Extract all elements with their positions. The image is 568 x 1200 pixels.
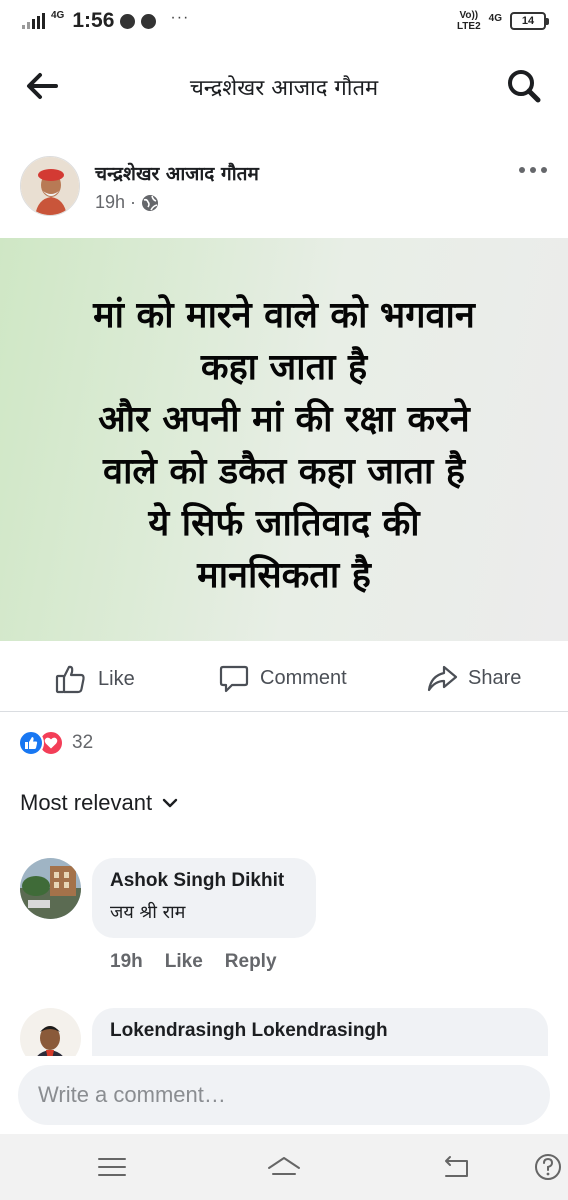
comment-like-button[interactable]: Like [165,951,203,973]
comment-meta: 19h Like Reply [110,951,277,973]
like-reaction-icon [18,730,44,756]
home-icon [268,1157,300,1175]
chevron-down-icon [162,798,178,808]
system-nav-bar [0,1134,568,1200]
post-header: चन्द्रशेखर आजाद गौतम 19h · [0,146,568,232]
menu-button[interactable] [94,1150,130,1184]
comment-label: Comment [260,666,347,689]
back-nav-button[interactable] [438,1150,474,1184]
clock: 1:56 [72,9,115,32]
author-avatar[interactable] [20,156,80,216]
comment-sort-dropdown[interactable]: Most relevant [20,790,178,816]
post-image-text: मां को मारने वाले को भगवान कहा जाता है औ… [20,290,548,602]
post-meta: 19h · [95,192,159,213]
comment-bubble[interactable]: Lokendrasingh Lokendrasingh [92,1008,548,1056]
post-actions: Like Comment Share [0,644,568,712]
help-icon [535,1154,561,1180]
post-text-line: और अपनी मां की रक्षा करने [98,399,470,440]
meta-separator: · [130,192,137,212]
commenter-avatar[interactable] [20,1008,81,1056]
comment-time[interactable]: 19h [110,951,143,973]
post-text-line: वाले को डकैत कहा जाता है [103,451,465,492]
share-button[interactable]: Share [426,662,521,694]
comment-item: Lokendrasingh Lokendrasingh [0,1006,568,1056]
volte-indicator: Vo)) LTE2 [456,10,481,32]
comment-reply-button[interactable]: Reply [225,951,277,973]
comment-input[interactable] [18,1065,550,1125]
status-left: 4G 1:56 ··· [22,9,189,33]
home-button[interactable] [266,1150,302,1184]
post-text-line: कहा जाता है [200,347,368,388]
notification-icon [141,13,157,29]
thumbs-up-icon [55,665,85,694]
reactions-summary[interactable]: 32 [18,730,93,756]
help-button[interactable] [532,1150,564,1184]
like-button[interactable]: Like [54,662,135,696]
messenger-notification-icon [120,13,136,29]
signal-icon [22,13,45,29]
globe-icon [142,194,159,211]
page-title: चन्द्रशेखर आजाद गौतम [189,76,379,101]
post-text-line: मानसिकता है [197,555,371,596]
back-icon [445,1156,468,1177]
post-text-line: मां को मारने वाले को भगवान [93,295,475,336]
comment-bubble[interactable]: Ashok Singh Dikhit जय श्री राम [92,858,316,938]
commenter-avatar[interactable] [20,858,81,919]
commenter-avatar-image [20,1008,81,1056]
status-right: Vo)) LTE2 4G 14 [456,10,549,32]
status-bar: 4G 1:56 ··· Vo)) LTE2 4G 14 [0,0,568,44]
share-label: Share [468,666,522,689]
author-avatar-image [21,157,79,215]
menu-icon [98,1158,126,1176]
share-icon [427,665,458,692]
comment-text: जय श्री राम [110,902,186,923]
network-type-2: 4G [488,12,502,24]
post-author[interactable]: चन्द्रशेखर आजाद गौतम [95,160,259,186]
network-type: 4G [51,9,65,21]
commenter-name[interactable]: Ashok Singh Dikhit [110,870,298,892]
commenter-avatar-image [20,858,81,919]
reaction-count: 32 [72,732,94,753]
search-button[interactable] [504,66,544,106]
sort-label: Most relevant [20,790,153,815]
post-image[interactable]: मां को मारने वाले को भगवान कहा जाता है औ… [0,238,568,641]
search-icon [508,70,541,103]
like-label: Like [98,667,135,690]
more-notifications-icon: ··· [170,9,190,26]
battery-icon: 14 [510,12,549,30]
post-options-button[interactable] [516,158,550,182]
more-horizontal-icon [519,167,547,173]
commenter-name[interactable]: Lokendrasingh Lokendrasingh [110,1020,530,1042]
post-text-line: ये सिर्फ जातिवाद की [148,503,420,544]
comment-composer [0,1056,568,1134]
page-header: चन्द्रशेखर आजाद गौतम [0,44,568,126]
post-time[interactable]: 19h [95,192,125,213]
comment-icon [219,665,249,693]
comment-item: Ashok Singh Dikhit जय श्री राम 19h Like … [0,856,568,986]
